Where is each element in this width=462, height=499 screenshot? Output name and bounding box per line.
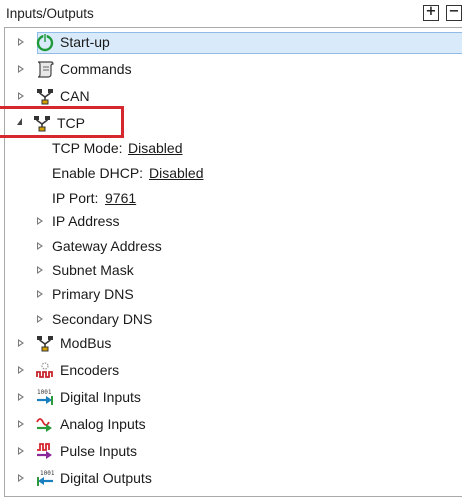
- expand-arrow-icon[interactable]: [37, 290, 43, 298]
- tree-item-commands[interactable]: Commands: [5, 57, 462, 81]
- expand-arrow-icon[interactable]: [37, 217, 43, 225]
- svg-text:1001: 1001: [37, 389, 52, 396]
- tree-item-digital-outputs[interactable]: 1001 Digital Outputs: [5, 466, 462, 490]
- expand-arrow-icon[interactable]: [18, 38, 24, 46]
- expand-arrow-icon[interactable]: [18, 474, 24, 482]
- script-icon: [34, 59, 56, 79]
- tree-item-can[interactable]: CAN: [5, 84, 462, 108]
- tree-item-label: Subnet Mask: [52, 262, 134, 278]
- tree-item-label: ModBus: [60, 335, 112, 351]
- tcp-highlight-box: [0, 106, 124, 138]
- tcp-mode-value[interactable]: Disabled: [128, 140, 182, 156]
- tree-item-label: Digital Inputs: [60, 389, 141, 405]
- tree-item-label: IP Address: [52, 213, 120, 229]
- tree-item-startup[interactable]: Start-up: [5, 30, 462, 54]
- expand-arrow-icon[interactable]: [37, 315, 43, 323]
- tree-item-primary-dns[interactable]: Primary DNS: [5, 282, 462, 306]
- network-icon: [34, 333, 56, 353]
- tree-item-analog-inputs[interactable]: Analog Inputs: [5, 412, 462, 436]
- expand-arrow-icon[interactable]: [37, 242, 43, 250]
- digital-input-icon: 1001: [34, 387, 56, 407]
- network-icon: [34, 86, 56, 106]
- power-icon: [34, 32, 56, 52]
- ip-port-label: IP Port:: [52, 190, 99, 206]
- panel-header: Inputs/Outputs + −: [0, 0, 462, 28]
- expand-arrow-icon[interactable]: [18, 393, 24, 401]
- tree-item-label: Encoders: [60, 362, 120, 378]
- tree-item-label: Commands: [60, 61, 132, 77]
- expand-all-button[interactable]: +: [423, 5, 439, 21]
- expand-arrow-icon[interactable]: [18, 65, 24, 73]
- analog-input-icon: [34, 414, 56, 434]
- tree-item-encoders[interactable]: Encoders: [5, 358, 462, 382]
- digital-output-icon: 1001: [34, 468, 56, 488]
- enable-dhcp-row: Enable DHCP: Disabled: [5, 161, 462, 185]
- tree-item-label: Primary DNS: [52, 286, 134, 302]
- ip-port-row: IP Port: 9761: [5, 186, 462, 210]
- tree-item-label: CAN: [60, 88, 90, 104]
- expand-arrow-icon[interactable]: [18, 420, 24, 428]
- expand-arrow-icon[interactable]: [18, 447, 24, 455]
- tree-item-label: Secondary DNS: [52, 311, 153, 327]
- tree-item-pulse-inputs[interactable]: Pulse Inputs: [5, 439, 462, 463]
- tree-item-modbus[interactable]: ModBus: [5, 331, 462, 355]
- tree-item-label: Analog Inputs: [60, 416, 146, 432]
- tcp-mode-row: TCP Mode: Disabled: [5, 136, 462, 160]
- tree-item-label: Start-up: [60, 34, 110, 50]
- enable-dhcp-value[interactable]: Disabled: [149, 165, 203, 181]
- tree-item-label: Pulse Inputs: [60, 443, 138, 459]
- tree-item-digital-inputs[interactable]: 1001 Digital Inputs: [5, 385, 462, 409]
- tree-item-subnet-mask[interactable]: Subnet Mask: [5, 258, 462, 282]
- tree-item-gateway-address[interactable]: Gateway Address: [5, 234, 462, 258]
- pulse-input-icon: [34, 441, 56, 461]
- tree-item-secondary-dns[interactable]: Secondary DNS: [5, 307, 462, 331]
- encoder-icon: [34, 360, 56, 380]
- ip-port-value[interactable]: 9761: [105, 190, 136, 206]
- collapse-all-button[interactable]: −: [446, 5, 462, 21]
- panel-title: Inputs/Outputs: [6, 6, 94, 21]
- tcp-mode-label: TCP Mode:: [52, 140, 123, 156]
- svg-text:1001: 1001: [40, 470, 55, 477]
- expand-arrow-icon[interactable]: [18, 92, 24, 100]
- expand-arrow-icon[interactable]: [18, 339, 24, 347]
- tree-item-label: Gateway Address: [52, 238, 162, 254]
- io-tree: Start-up Commands CAN TCP TCP Mode: Disa…: [4, 27, 462, 497]
- tree-item-label: Digital Outputs: [60, 470, 152, 486]
- expand-arrow-icon[interactable]: [37, 266, 43, 274]
- enable-dhcp-label: Enable DHCP:: [52, 165, 144, 181]
- expand-arrow-icon[interactable]: [18, 366, 24, 374]
- tree-item-ip-address[interactable]: IP Address: [5, 209, 462, 233]
